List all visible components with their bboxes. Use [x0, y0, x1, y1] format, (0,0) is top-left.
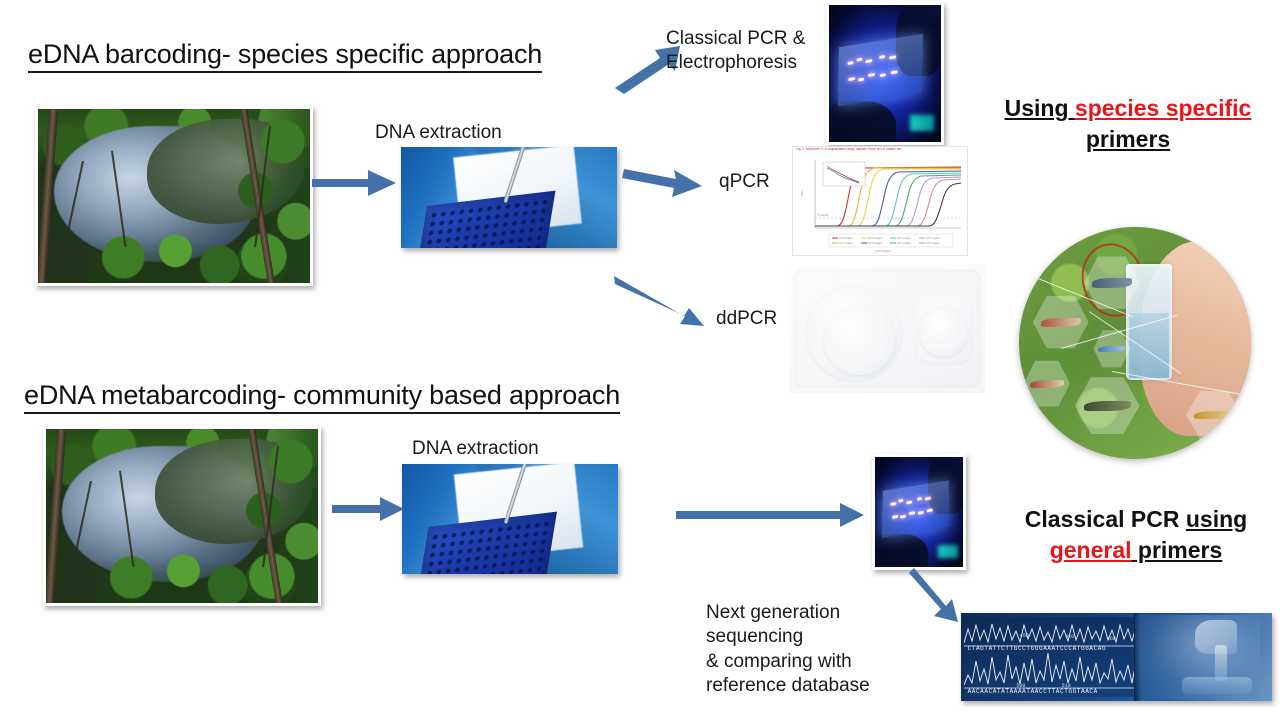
- svg-text:Threshold: Threshold: [817, 213, 829, 217]
- qpcr-amplification-chart: Fig. 1. Real-time PCR Amplification usin…: [792, 146, 968, 256]
- ngs-label: Next generation sequencing & comparing w…: [706, 602, 870, 696]
- arrow-to-ddpcr: [614, 276, 704, 326]
- chromatogram-trace: [964, 622, 1139, 688]
- sequence-read-line-1: CTAGTATTCTTGCCTGGGAAATCCCATGGACAG: [967, 644, 1107, 652]
- qpcr-label: qPCR: [719, 171, 770, 192]
- microscope-silhouette: [1135, 614, 1260, 700]
- arrow-to-qpcr: [622, 169, 702, 197]
- page-title-species-specific: eDNA barcoding- species specific approac…: [28, 39, 542, 74]
- callout-using-text-2: using: [1185, 506, 1248, 532]
- arrow-extraction-to-gel-bottom: [676, 503, 864, 527]
- svg-text:10^5 copies: 10^5 copies: [868, 241, 882, 245]
- gel-electrophoresis-photo: [826, 2, 944, 145]
- svg-text:10^6 copies: 10^6 copies: [868, 236, 882, 240]
- sequencing-chromatogram-photo: 450 420 460 CTAGTATTCTTGCCTGGGAAATCCCATG…: [961, 613, 1272, 701]
- classical-pcr-label: Classical PCR & Electrophoresis: [666, 28, 806, 74]
- svg-text:10^3 copies: 10^3 copies: [897, 241, 911, 245]
- ddpcr-label: ddPCR: [716, 308, 778, 329]
- ddpcr-instrument-photo: [789, 264, 985, 393]
- callout-primers-text-2: primers: [1131, 537, 1223, 564]
- sequence-read-line-2: AACAACATATAAAATAACCTTACTGGTAACA: [967, 687, 1098, 695]
- slide-canvas: eDNA barcoding- species specific approac…: [0, 0, 1280, 720]
- stream-habitat-photo-2: [43, 426, 321, 606]
- svg-text:10^8 copies: 10^8 copies: [839, 236, 853, 240]
- edna-concept-circle-image: [1019, 227, 1251, 459]
- qpcr-curves: 10^8 copies10^7 copies 10^6 copies10^5 c…: [793, 154, 967, 254]
- svg-text:Cycle Number: Cycle Number: [875, 249, 892, 253]
- svg-text:10^7 copies: 10^7 copies: [839, 241, 853, 245]
- chromatogram-tick-460: 460: [1106, 635, 1116, 642]
- svg-text:RFU: RFU: [800, 191, 804, 196]
- svg-text:10^1 copies: 10^1 copies: [926, 241, 940, 245]
- qpcr-chart-caption: Fig. 1. Real-time PCR Amplification usin…: [796, 148, 902, 151]
- gel-electrophoresis-photo-2: [872, 454, 966, 570]
- dna-extraction-label-top: DNA extraction: [375, 122, 502, 143]
- callout-general-primers: Classical PCR using general primers: [1000, 504, 1272, 566]
- stream-habitat-photo: [35, 106, 313, 286]
- callout-species-specific-primers: Using species specific primers: [978, 93, 1278, 155]
- dna-extraction-photo-2: [402, 464, 618, 574]
- callout-primers-text: primers: [1085, 126, 1171, 153]
- callout-classical-pcr-text: Classical PCR: [1024, 506, 1186, 532]
- callout-using-text: Using: [1004, 95, 1075, 121]
- dna-extraction-photo: [401, 147, 617, 248]
- callout-species-specific-text: species specific: [1074, 95, 1252, 121]
- dna-extraction-label-bottom: DNA extraction: [412, 438, 539, 459]
- callout-general-text: general: [1049, 537, 1132, 564]
- page-title-metabarcoding: eDNA metabarcoding- community based appr…: [24, 380, 620, 415]
- arrow-stream-to-extraction-bottom: [332, 497, 404, 521]
- chromatogram-tick-450: 450: [1019, 632, 1029, 639]
- chromatogram-tick-420: 420: [1065, 634, 1075, 641]
- arrow-stream-to-extraction-top: [312, 170, 396, 196]
- svg-text:10^2 copies: 10^2 copies: [926, 236, 940, 240]
- svg-text:10^4 copies: 10^4 copies: [897, 236, 911, 240]
